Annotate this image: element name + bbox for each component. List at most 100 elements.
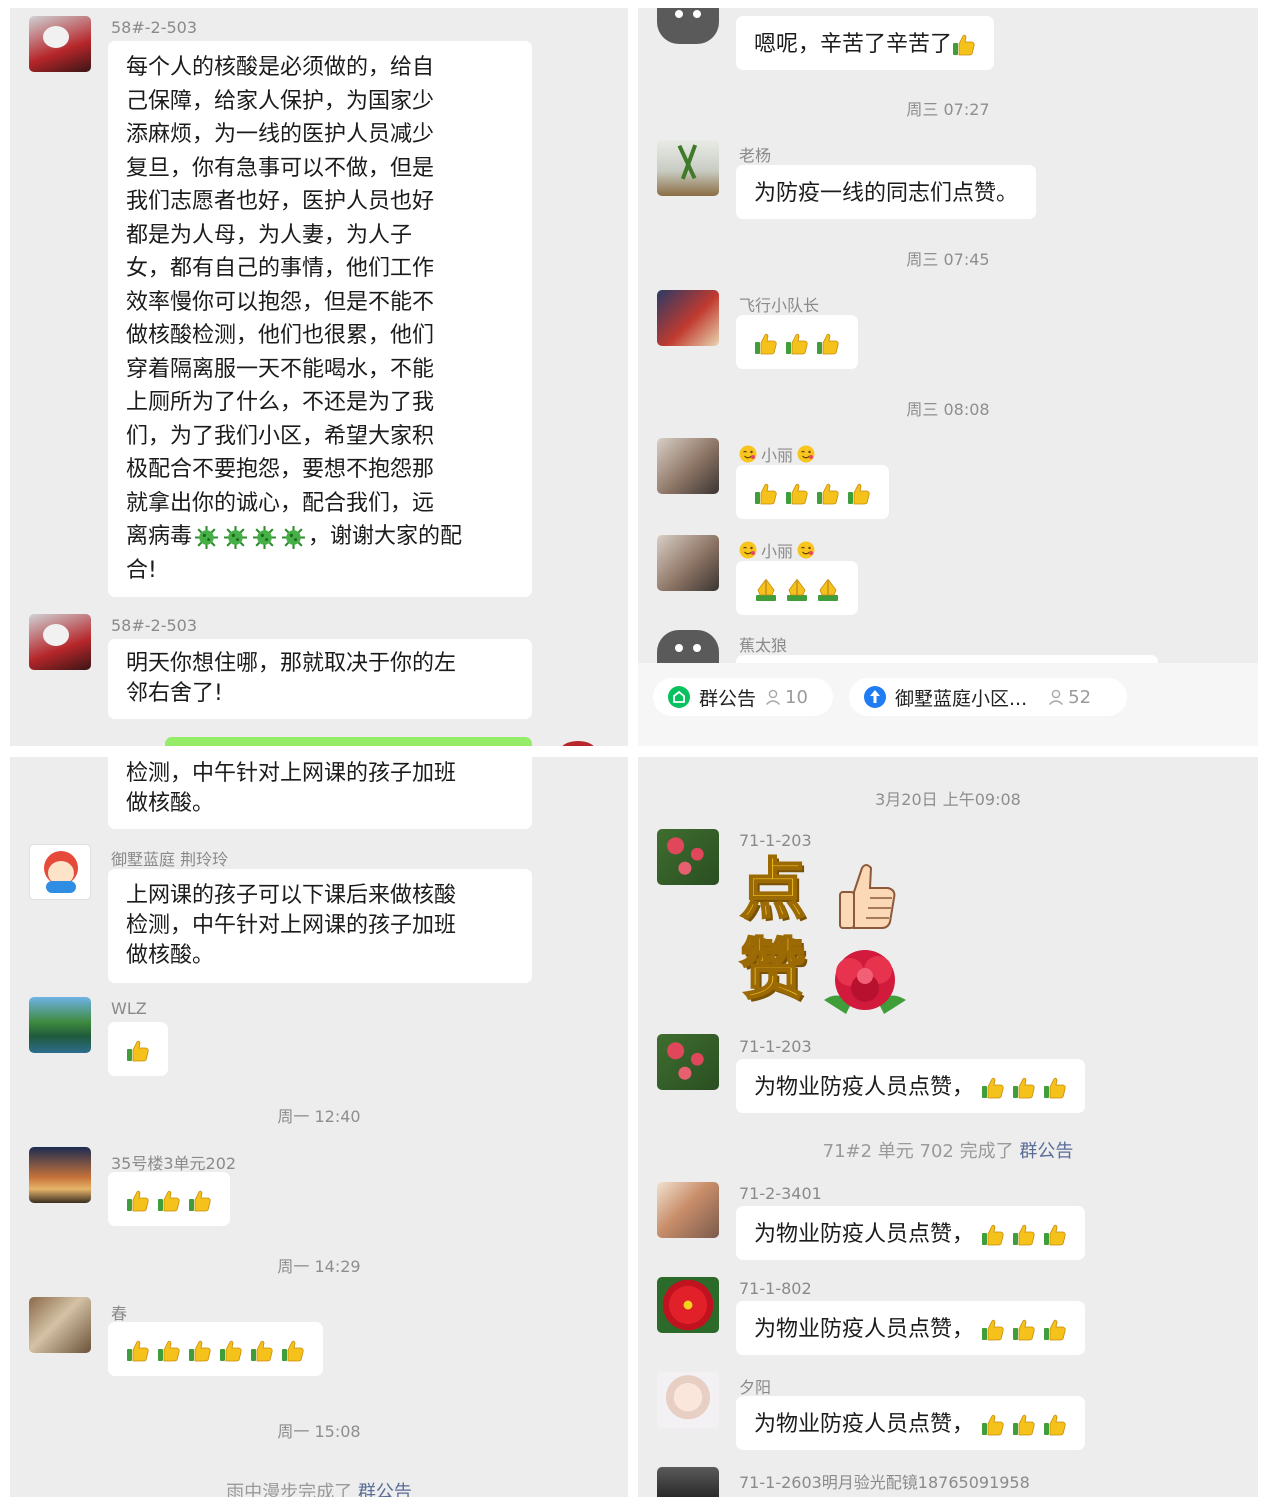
- message-bubble[interactable]: [108, 1022, 168, 1076]
- message-bubble[interactable]: 为防疫一线的同志们点赞。: [736, 165, 1037, 219]
- message-bubble[interactable]: 上网课的孩子可以下课后来做核酸 检测，中午针对上网课的孩子加班 做核酸。: [108, 869, 532, 983]
- avatar[interactable]: [657, 1372, 719, 1428]
- message-bubble[interactable]: [736, 561, 858, 615]
- group-link-icon: [864, 686, 886, 708]
- my-message-bubble[interactable]: [165, 737, 532, 746]
- avatar[interactable]: [657, 535, 719, 591]
- avatar[interactable]: [657, 1277, 719, 1333]
- notice-count: 10: [764, 687, 808, 708]
- thumbs-up-emoji-icon: [816, 482, 840, 506]
- message-line: 己保障，给家人保护，为国家少: [126, 88, 435, 114]
- virus-emoji-icon: [194, 525, 219, 550]
- thumbs-up-sticker[interactable]: 点 赞: [738, 851, 918, 1017]
- sender-name: 71-1-802: [739, 1279, 812, 1298]
- sender-name: 71-2-3401: [739, 1184, 822, 1203]
- thumbs-up-emoji-icon: [1012, 1318, 1036, 1342]
- timestamp: 周一 12:40: [277, 1107, 361, 1126]
- message-line: 女，都有自己的事情，他们工作: [126, 256, 435, 281]
- folded-hands-emoji-icon: [816, 578, 840, 602]
- peony-flower-icon: [824, 950, 906, 1014]
- message-bubble[interactable]: [736, 465, 889, 519]
- message-line: 检测，中午针对上网课的孩子加班: [126, 761, 457, 786]
- thumbs-up-emoji-icon: [1043, 1076, 1067, 1100]
- group-notice-link[interactable]: 群公告: [1019, 1141, 1073, 1162]
- message-bubble[interactable]: 为物业防疫人员点赞，: [736, 1206, 1086, 1260]
- message-bubble[interactable]: 检测，中午针对上网课的孩子加班 做核酸。: [108, 757, 532, 829]
- chat-panel-top-left: 58#-2-503 每个人的核酸是必须做的，给自 己保障，给家人保护，为国家少 …: [10, 8, 628, 746]
- message-line: 极配合不要抱怨，要想不抱怨那: [126, 457, 435, 482]
- sender-name: 小丽: [761, 446, 794, 465]
- avatar[interactable]: [657, 438, 719, 494]
- avatar[interactable]: [29, 1297, 91, 1353]
- message-line: 效率慢你可以抱怨，但是不能不: [126, 289, 435, 315]
- group-notice-link[interactable]: 群公告: [358, 1482, 412, 1497]
- message-bubble[interactable]: [736, 315, 858, 369]
- thumbs-up-emoji-icon: [219, 1339, 243, 1363]
- person-icon: [766, 689, 781, 705]
- message-line: 上网课的孩子可以下课后来做核酸: [126, 883, 457, 908]
- thumbs-up-emoji-icon: [847, 482, 871, 506]
- thumbs-up-emoji-icon: [126, 1339, 150, 1363]
- sender-name: 58#-2-503: [111, 616, 198, 635]
- message-text: 为物业防疫人员点赞，: [754, 1412, 975, 1437]
- message-line: 邻右舍了!: [126, 681, 223, 706]
- avatar[interactable]: [29, 997, 91, 1053]
- sender-name: 58#-2-503: [111, 18, 198, 37]
- avatar[interactable]: [29, 1147, 91, 1203]
- message-bubble[interactable]: 明天你想住哪，那就取决于你的左 邻右舍了!: [108, 639, 532, 719]
- sender-name: 蕉太狼: [739, 636, 788, 655]
- timestamp: 周一 15:08: [277, 1422, 361, 1441]
- notice-icon: [668, 686, 690, 708]
- message-line: 上厕所为了什么，不还是为了我: [126, 390, 435, 415]
- timestamp: 周三 08:08: [906, 400, 990, 419]
- message-bubble[interactable]: 为物业防疫人员点赞，: [736, 1059, 1086, 1113]
- message-bubble[interactable]: [108, 1172, 230, 1226]
- thumbs-up-emoji-icon: [981, 1223, 1005, 1247]
- avatar[interactable]: [29, 614, 91, 670]
- chat-panel-top-right: 嗯呢，辛苦了辛苦了 周三 07:27 老杨 为防疫一线的同志们点赞。 周三 07…: [638, 8, 1258, 746]
- sticker-text: 赞: [739, 930, 807, 1008]
- message-bubble[interactable]: 每个人的核酸是必须做的，给自 己保障，给家人保护，为国家少 添麻烦，为一线的医护…: [108, 41, 532, 597]
- message-bubble[interactable]: 为物业防疫人员点赞，: [736, 1396, 1086, 1450]
- thumbs-up-emoji-icon: [1043, 1413, 1067, 1437]
- thumbs-up-emoji-icon: [754, 332, 778, 356]
- thumbs-up-emoji-icon: [1043, 1223, 1067, 1247]
- avatar[interactable]: [657, 140, 719, 196]
- avatar[interactable]: [657, 1182, 719, 1238]
- chat-panel-bottom-left: 检测，中午针对上网课的孩子加班 做核酸。 御墅蓝庭 荆玲玲 上网课的孩子可以下课…: [10, 757, 628, 1497]
- sender-name: 小丽: [761, 542, 794, 561]
- thumbs-up-emoji-icon: [126, 1039, 150, 1063]
- timestamp: 周三 07:27: [906, 100, 990, 119]
- thumbs-up-emoji-icon: [981, 1413, 1005, 1437]
- avatar[interactable]: [657, 829, 719, 885]
- message-line: 我们志愿者也好，医护人员也好: [126, 189, 435, 214]
- message-text: ，谢谢大家的配: [308, 524, 463, 549]
- message-bubble[interactable]: 为物业防疫人员点赞，: [736, 1301, 1086, 1355]
- group-notice-pill[interactable]: 群公告 10: [653, 678, 833, 716]
- sender-name: WLZ: [111, 999, 147, 1018]
- thumbs-up-emoji-icon: [157, 1339, 181, 1363]
- thumbs-up-emoji-icon: [126, 1189, 150, 1213]
- avatar[interactable]: [657, 290, 719, 346]
- winking-face-emoji-icon: [797, 541, 815, 559]
- sender-name: 老杨: [739, 146, 772, 165]
- system-notice: 雨中漫步完成了 群公告: [10, 1478, 628, 1497]
- avatar[interactable]: [657, 1467, 719, 1497]
- thumbs-up-emoji-icon: [188, 1189, 212, 1213]
- thumbs-up-emoji-icon: [250, 1339, 274, 1363]
- thumbs-up-hand-icon: [839, 864, 896, 929]
- avatar[interactable]: [29, 16, 91, 72]
- avatar[interactable]: [560, 741, 596, 746]
- avatar[interactable]: [29, 844, 91, 900]
- sender-name: 71-1-203: [739, 1037, 812, 1056]
- message-bubble[interactable]: [108, 1322, 323, 1376]
- group-link-pill[interactable]: 御墅蓝庭小区... 52: [849, 678, 1127, 716]
- message-text: 为物业防疫人员点赞，: [754, 1222, 975, 1247]
- message-bubble[interactable]: 嗯呢，辛苦了辛苦了: [736, 16, 995, 70]
- avatar[interactable]: [657, 1034, 719, 1090]
- avatar[interactable]: [657, 8, 719, 44]
- message-line: 离病毒 ，谢谢大家的配: [126, 520, 514, 554]
- thumbs-up-emoji-icon: [1043, 1318, 1067, 1342]
- thumbs-up-emoji-icon: [157, 1189, 181, 1213]
- folded-hands-emoji-icon: [785, 578, 809, 602]
